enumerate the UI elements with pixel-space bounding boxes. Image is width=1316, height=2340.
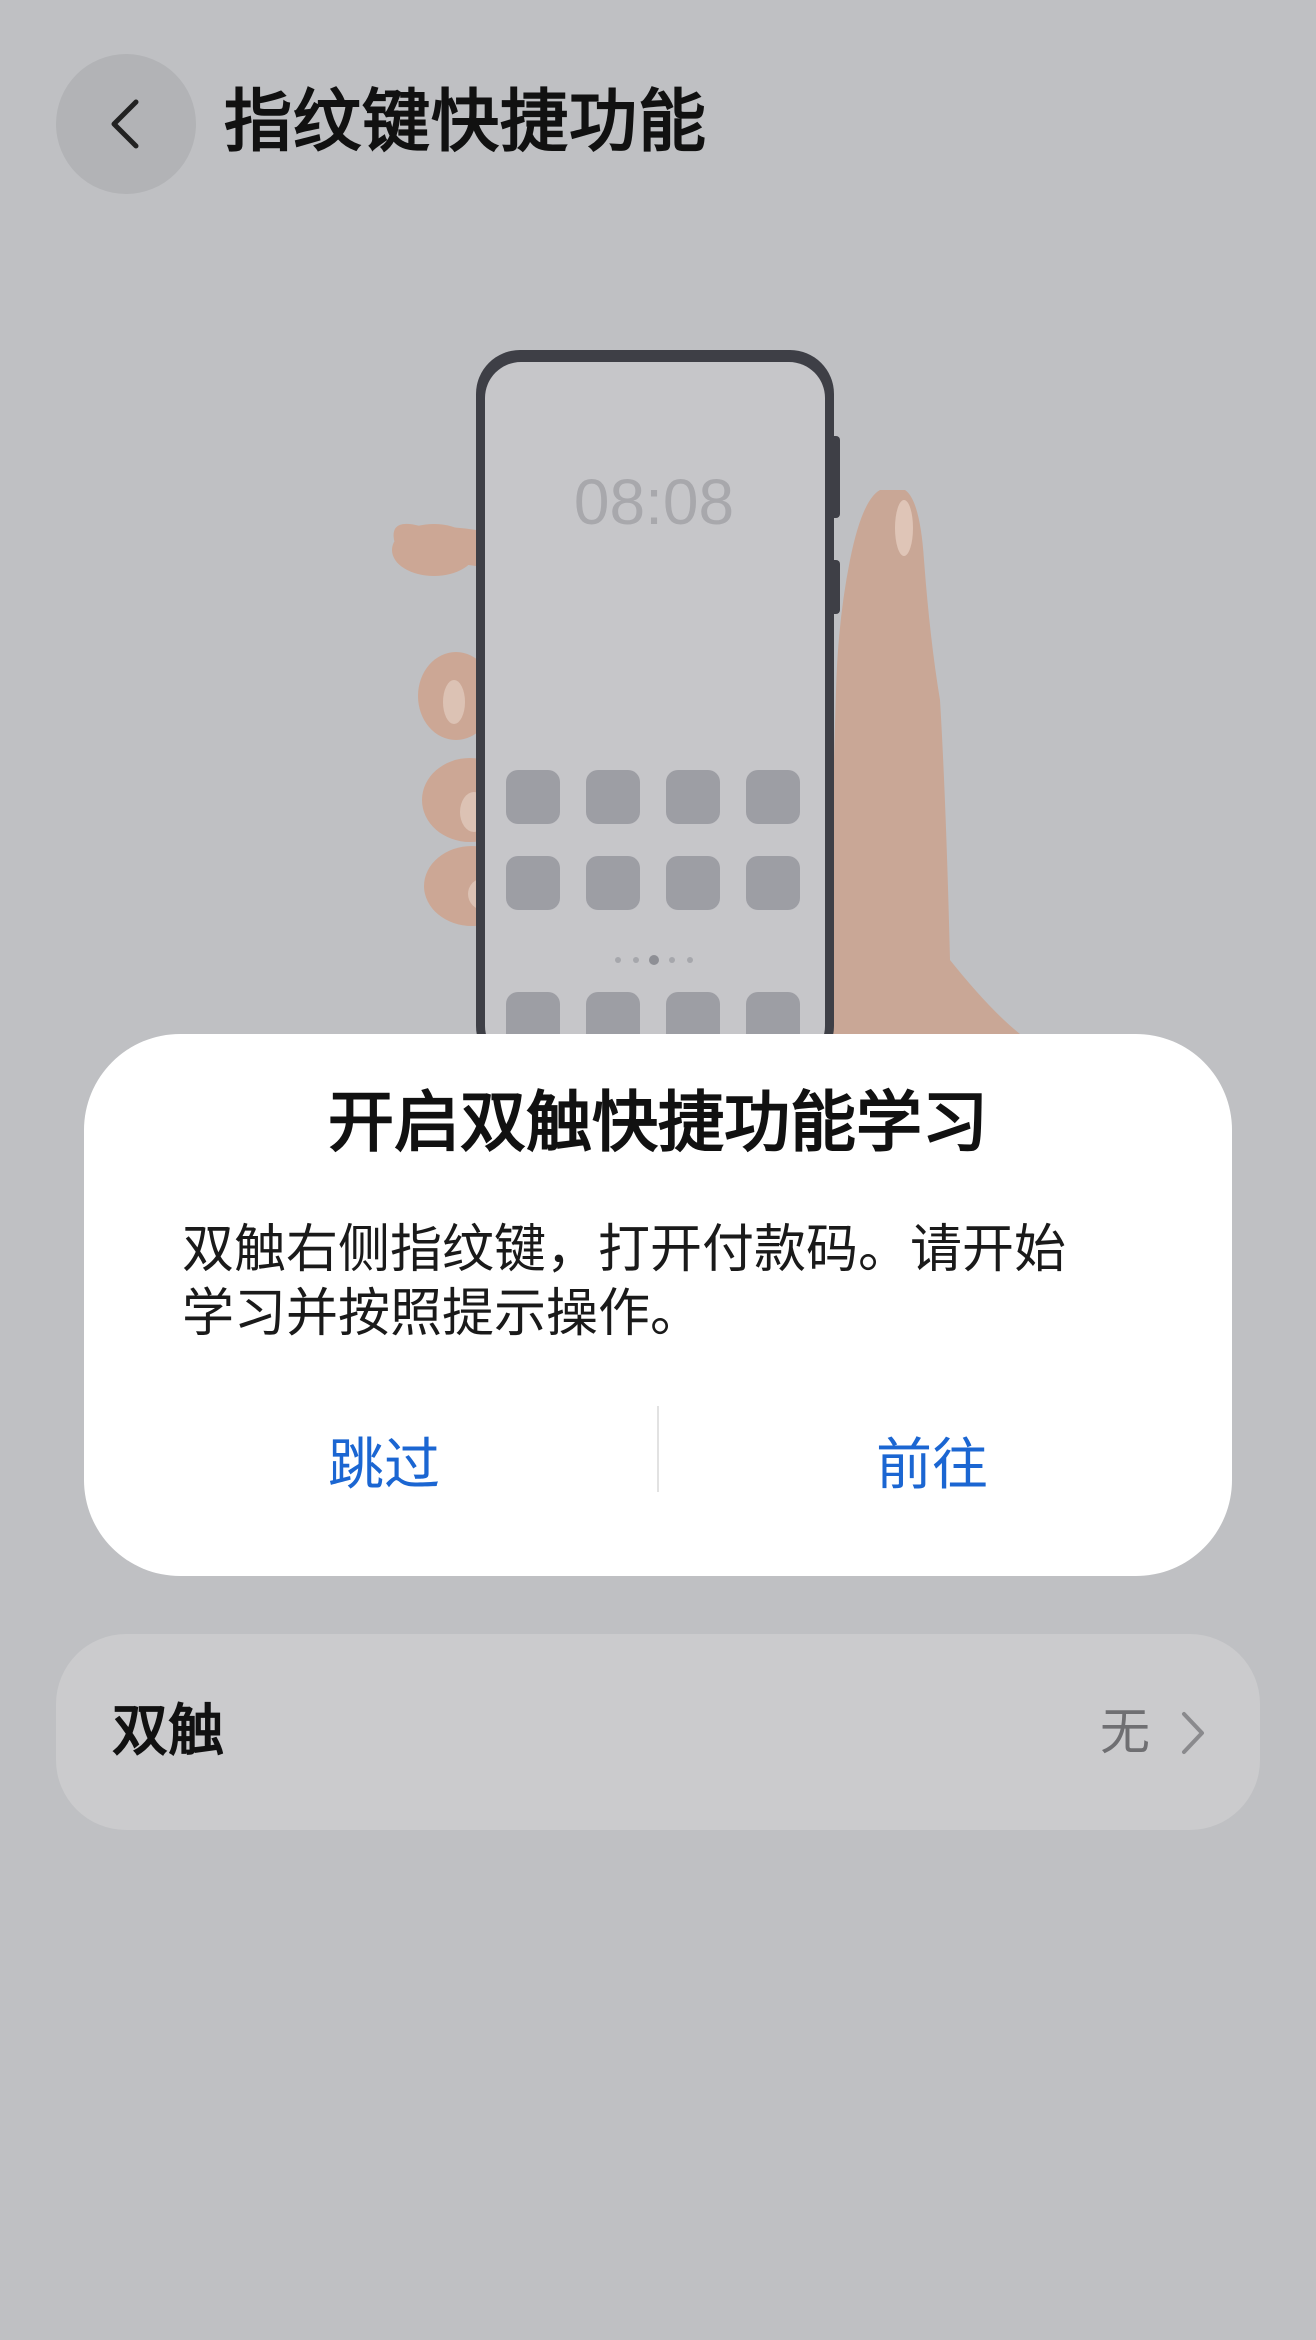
finger-shape (392, 524, 476, 576)
phone-side-button (830, 560, 840, 614)
dialog-message-line: 学习并按照提示操作。 (182, 1284, 703, 1344)
page-dot (615, 957, 621, 963)
setting-label: 双触 (112, 1699, 224, 1764)
app-icon (586, 856, 640, 910)
page-dot (687, 957, 693, 963)
double-tap-setting-row[interactable]: 双触 无 (56, 1634, 1260, 1830)
page-dot (649, 955, 659, 965)
page-dot (633, 957, 639, 963)
phone-hand-illustration: 08:08 (392, 350, 1020, 1070)
skip-button[interactable]: 跳过 (104, 1400, 664, 1520)
chevron-right-icon (1182, 1712, 1204, 1754)
fingernail-shape (443, 680, 465, 724)
phone-clock: 08:08 (574, 466, 734, 538)
app-icon (506, 856, 560, 910)
go-button[interactable]: 前往 (652, 1400, 1212, 1520)
hand-palm-shape (826, 490, 1020, 1034)
app-icon (666, 856, 720, 910)
setting-value: 无 (1100, 1703, 1150, 1761)
dialog-title: 开启双触快捷功能学习 (328, 1084, 988, 1161)
app-icon (746, 770, 800, 824)
app-icon (666, 770, 720, 824)
thumbnail-shape (895, 500, 913, 556)
phone-side-button (830, 436, 840, 518)
app-icon (586, 770, 640, 824)
app-icon (506, 770, 560, 824)
dialog-message-line: 双触右侧指纹键，打开付款码。请开始 (182, 1220, 1067, 1280)
page-dot (669, 957, 675, 963)
app-icon (746, 856, 800, 910)
dialog-message: 双触右侧指纹键，打开付款码。请开始 学习并按照提示操作。 (182, 1218, 1142, 1346)
learning-dialog: 开启双触快捷功能学习 双触右侧指纹键，打开付款码。请开始 学习并按照提示操作。 … (84, 1034, 1232, 1576)
